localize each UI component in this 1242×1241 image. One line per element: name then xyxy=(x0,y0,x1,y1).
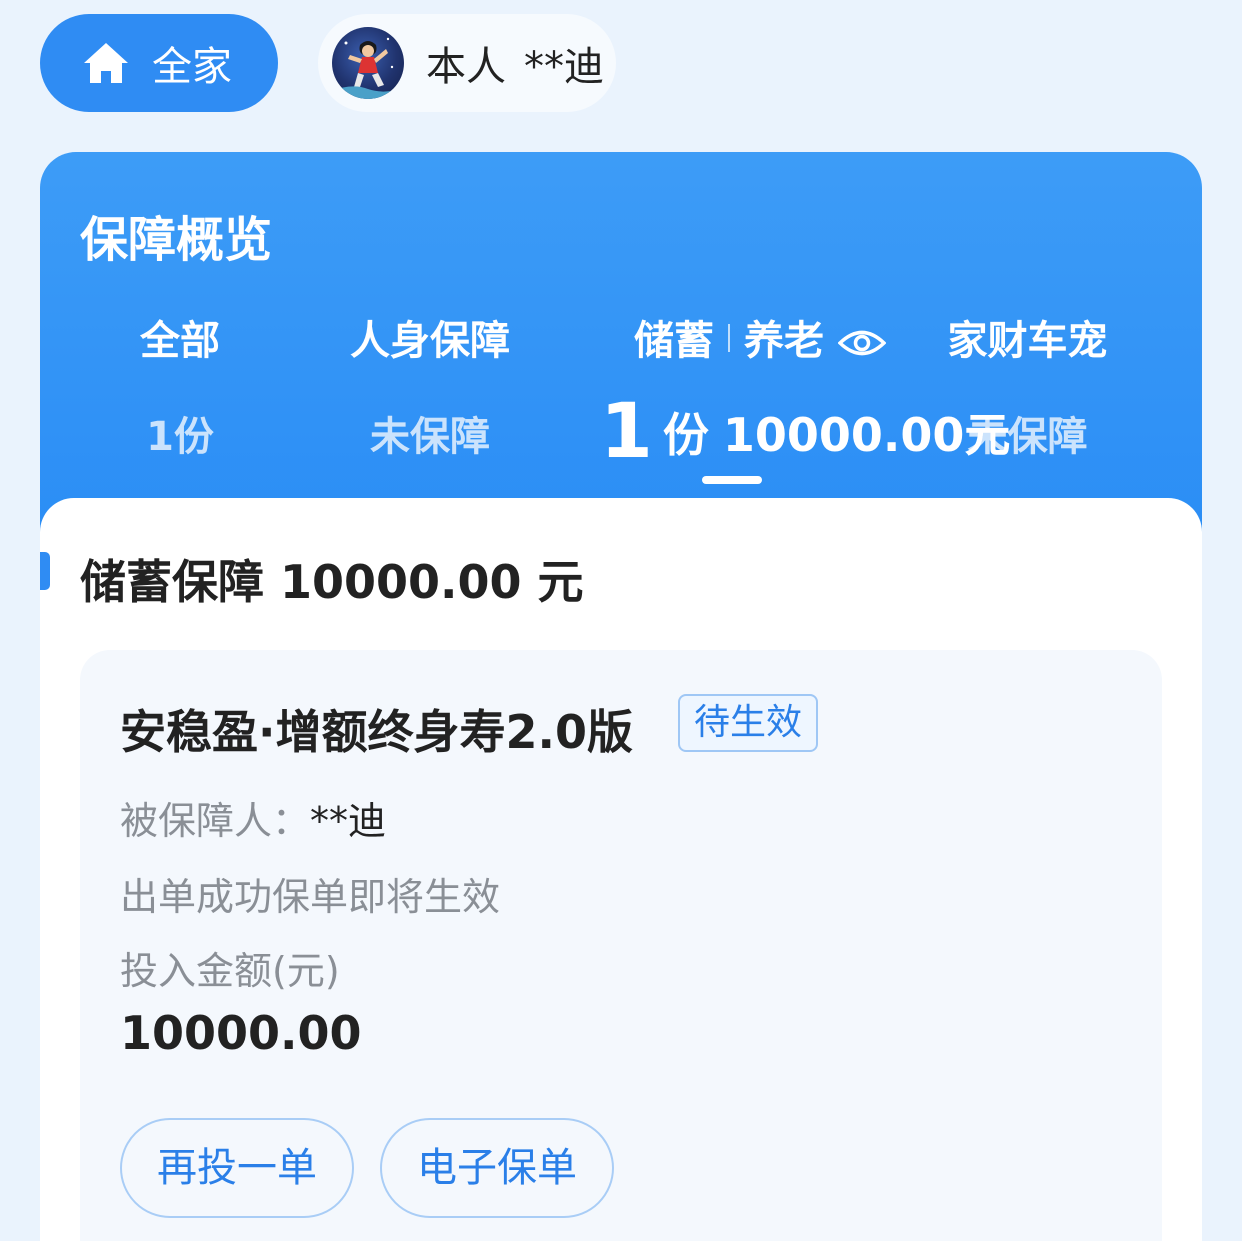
tab-personal-label: 人身保障 xyxy=(350,318,510,364)
coverage-overview-card: 保障概览 全部 1份 人身保障 未保障 储蓄 养老 1份 10000.00元 家财… xyxy=(40,152,1202,552)
eye-icon[interactable] xyxy=(837,328,887,358)
tab-all-label: 全部 xyxy=(140,318,220,364)
policy-name: 安稳盈·增额终身寿2.0版 xyxy=(120,705,633,759)
section-title: 储蓄保障 10000.00 元 xyxy=(80,555,584,609)
amount-value: 10000.00 xyxy=(120,1006,362,1060)
section-marker xyxy=(40,552,50,590)
tab-property-value: 未保障 xyxy=(967,414,1088,460)
tab-savings-label-b: 养老 xyxy=(744,318,824,364)
savings-count: 1 xyxy=(600,386,653,475)
insured-row: 被保障人：**迪 xyxy=(120,790,386,845)
tab-savings-label: 储蓄 养老 xyxy=(600,308,920,366)
amount-label: 投入金额(元) xyxy=(120,949,340,993)
tab-personal-protection[interactable]: 人身保障 未保障 xyxy=(340,308,520,462)
tab-personal-value: 未保障 xyxy=(370,414,490,460)
avatar xyxy=(332,27,404,99)
tab-savings-value: 1份 10000.00元 xyxy=(600,386,1010,475)
home-icon xyxy=(84,43,128,83)
tab-all-value: 1份 xyxy=(146,414,214,460)
savings-content-card: 储蓄保障 10000.00 元 安稳盈·增额终身寿2.0版 待生效 被保障人：*… xyxy=(40,498,1202,1241)
overview-title: 保障概览 xyxy=(80,212,273,268)
self-relation: 本人 xyxy=(426,44,506,90)
tab-property-label: 家财车宠 xyxy=(947,318,1108,364)
tab-savings-pension[interactable]: 储蓄 养老 1份 10000.00元 xyxy=(600,308,1010,475)
active-tab-indicator xyxy=(702,476,762,484)
tab-family-label: 全家 xyxy=(152,44,232,90)
insured-name: **迪 xyxy=(310,799,387,843)
page: 全家 本人 **迪 保障概览 全部 1份 人身保障 未保障 储蓄 养老 1 份 … xyxy=(0,0,1242,1241)
tab-family[interactable]: 全家 xyxy=(40,14,278,112)
policy-card[interactable]: 安稳盈·增额终身寿2.0版 待生效 被保障人：**迪 出单成功保单即将生效 投入… xyxy=(80,650,1162,1241)
insured-label: 被保障人： xyxy=(120,799,311,843)
tab-savings-label-a: 储蓄 xyxy=(634,318,714,364)
self-name: **迪 xyxy=(524,44,604,90)
label-separator xyxy=(728,324,730,352)
reinvest-button[interactable]: 再投一单 xyxy=(120,1118,354,1218)
tab-self[interactable]: 本人 **迪 xyxy=(318,14,616,112)
status-badge: 待生效 xyxy=(678,694,819,752)
tab-property-vehicle-pet[interactable]: 家财车宠 未保障 xyxy=(940,308,1115,462)
policy-note: 出单成功保单即将生效 xyxy=(120,875,501,919)
savings-count-unit: 份 xyxy=(662,408,709,462)
e-policy-button[interactable]: 电子保单 xyxy=(380,1118,614,1218)
tab-all[interactable]: 全部 1份 xyxy=(130,308,230,462)
